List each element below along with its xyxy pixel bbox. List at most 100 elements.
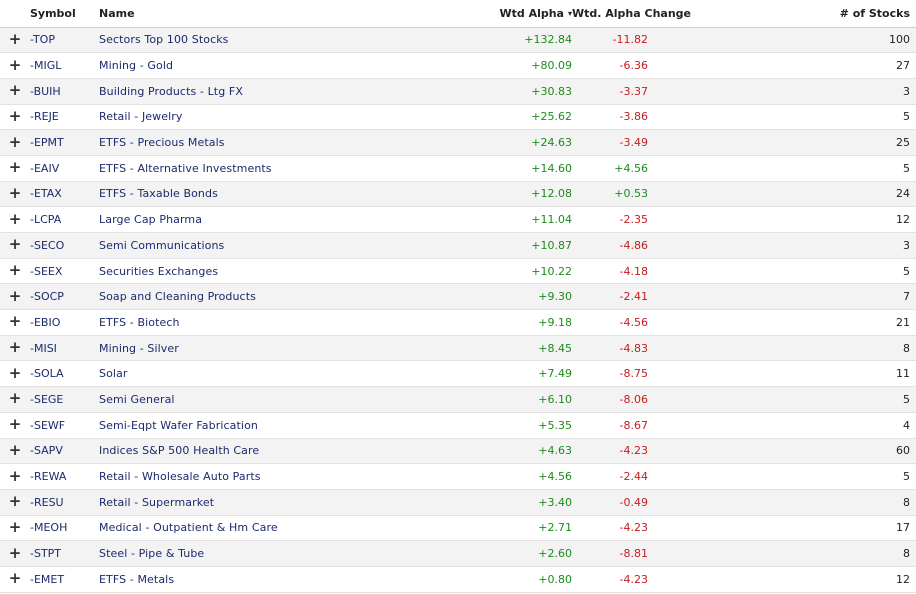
- header-wtd-alpha-label: Wtd Alpha: [499, 6, 564, 20]
- expand-plus-icon[interactable]: +: [0, 391, 30, 406]
- symbol-cell[interactable]: -SOLA: [30, 360, 99, 388]
- name-link[interactable]: Solar: [99, 360, 409, 388]
- name-link[interactable]: Retail - Jewelry: [99, 104, 409, 131]
- symbol-cell[interactable]: -EAIV: [30, 155, 99, 182]
- wtd-alpha-change-cell: -8.06: [572, 386, 784, 413]
- num-stocks-cell: 12: [784, 206, 916, 233]
- expand-plus-icon[interactable]: +: [0, 211, 30, 226]
- wtd-alpha-cell: +30.83: [409, 78, 572, 105]
- name-link[interactable]: ETFS - Precious Metals: [99, 129, 409, 156]
- name-link[interactable]: Securities Exchanges: [99, 258, 409, 285]
- num-stocks-cell: 5: [784, 386, 916, 413]
- expand-cell: +: [0, 540, 30, 567]
- symbol-cell[interactable]: -MISI: [30, 335, 99, 362]
- expand-plus-icon[interactable]: +: [0, 442, 30, 457]
- header-wtd-alpha-change[interactable]: Wtd. Alpha Change: [572, 0, 784, 28]
- symbol-cell[interactable]: -RESU: [30, 489, 99, 516]
- name-link[interactable]: Semi Communications: [99, 232, 409, 259]
- header-symbol[interactable]: Symbol: [30, 0, 99, 28]
- num-stocks-cell: 27: [784, 52, 916, 79]
- expand-plus-icon[interactable]: +: [0, 237, 30, 252]
- name-link[interactable]: Mining - Silver: [99, 335, 409, 362]
- name-link[interactable]: ETFS - Alternative Investments: [99, 155, 409, 182]
- symbol-cell[interactable]: -SEGE: [30, 386, 99, 413]
- name-link[interactable]: Sectors Top 100 Stocks: [99, 27, 409, 54]
- expand-plus-icon[interactable]: +: [0, 263, 30, 278]
- symbol-cell[interactable]: -MIGL: [30, 52, 99, 79]
- name-link[interactable]: Semi General: [99, 386, 409, 413]
- name-link[interactable]: Retail - Supermarket: [99, 489, 409, 516]
- symbol-cell[interactable]: -STPT: [30, 540, 99, 567]
- expand-plus-icon[interactable]: +: [0, 468, 30, 483]
- table-row: + -TOP Sectors Top 100 Stocks +132.84 -11.82…: [0, 27, 916, 54]
- table-row: + -LCPA Large Cap Pharma +11.04 -2.35 12: [0, 206, 916, 233]
- name-link[interactable]: Retail - Wholesale Auto Parts: [99, 463, 409, 490]
- name-link[interactable]: Mining - Gold: [99, 52, 409, 79]
- symbol-cell[interactable]: -SAPV: [30, 438, 99, 465]
- expand-plus-icon[interactable]: +: [0, 57, 30, 72]
- expand-plus-icon[interactable]: +: [0, 185, 30, 200]
- table-row: + -ETAX ETFS - Taxable Bonds +12.08 +0.53 24: [0, 181, 916, 208]
- header-name[interactable]: Name: [99, 0, 409, 28]
- header-wtd-alpha[interactable]: Wtd Alpha ▾: [409, 0, 572, 28]
- expand-cell: +: [0, 386, 30, 413]
- expand-plus-icon[interactable]: +: [0, 160, 30, 175]
- num-stocks-cell: 12: [784, 566, 916, 593]
- expand-plus-icon[interactable]: +: [0, 571, 30, 586]
- expand-plus-icon[interactable]: +: [0, 134, 30, 149]
- symbol-cell[interactable]: -SEWF: [30, 412, 99, 439]
- name-link[interactable]: Indices S&P 500 Health Care: [99, 438, 409, 465]
- expand-plus-icon[interactable]: +: [0, 545, 30, 560]
- symbol-cell[interactable]: -BUIH: [30, 78, 99, 105]
- header-num-stocks[interactable]: # of Stocks: [784, 0, 916, 28]
- header-num-stocks-label: # of Stocks: [839, 6, 910, 20]
- symbol-cell[interactable]: -REJE: [30, 104, 99, 131]
- expand-plus-icon[interactable]: +: [0, 494, 30, 509]
- expand-plus-icon[interactable]: +: [0, 288, 30, 303]
- expand-plus-icon[interactable]: +: [0, 365, 30, 380]
- table-row: + -RESU Retail - Supermarket +3.40 -0.49 8: [0, 489, 916, 516]
- wtd-alpha-cell: +8.45: [409, 335, 572, 362]
- name-link[interactable]: ETFS - Metals: [99, 566, 409, 593]
- expand-plus-icon[interactable]: +: [0, 519, 30, 534]
- wtd-alpha-change-cell: -8.75: [572, 360, 784, 388]
- symbol-cell[interactable]: -LCPA: [30, 206, 99, 233]
- wtd-alpha-change-cell: -6.36: [572, 52, 784, 79]
- name-link[interactable]: ETFS - Biotech: [99, 309, 409, 336]
- expand-cell: +: [0, 232, 30, 259]
- expand-plus-icon[interactable]: +: [0, 417, 30, 432]
- num-stocks-cell: 8: [784, 540, 916, 567]
- name-link[interactable]: ETFS - Taxable Bonds: [99, 181, 409, 208]
- expand-plus-icon[interactable]: +: [0, 31, 30, 46]
- expand-plus-icon[interactable]: +: [0, 108, 30, 123]
- symbol-cell[interactable]: -SEEX: [30, 258, 99, 285]
- expand-plus-icon[interactable]: +: [0, 314, 30, 329]
- symbol-cell[interactable]: -EBIO: [30, 309, 99, 336]
- symbol-cell[interactable]: -REWA: [30, 463, 99, 490]
- expand-plus-icon[interactable]: +: [0, 83, 30, 98]
- name-link[interactable]: Soap and Cleaning Products: [99, 283, 409, 311]
- name-link[interactable]: Building Products - Ltg FX: [99, 78, 409, 105]
- expand-cell: +: [0, 104, 30, 131]
- name-link[interactable]: Medical - Outpatient & Hm Care: [99, 515, 409, 542]
- symbol-cell[interactable]: -MEOH: [30, 515, 99, 542]
- table-row: + -EPMT ETFS - Precious Metals +24.63 -3.49 2…: [0, 129, 916, 156]
- wtd-alpha-change-cell: -3.37: [572, 78, 784, 105]
- symbol-cell[interactable]: -EMET: [30, 566, 99, 593]
- table-row: + -EAIV ETFS - Alternative Investments +14.…: [0, 155, 916, 182]
- wtd-alpha-cell: +5.35: [409, 412, 572, 439]
- expand-cell: +: [0, 258, 30, 285]
- symbol-cell[interactable]: -SOCP: [30, 283, 99, 311]
- symbol-cell[interactable]: -TOP: [30, 27, 99, 54]
- expand-plus-icon[interactable]: +: [0, 340, 30, 355]
- wtd-alpha-cell: +80.09: [409, 52, 572, 79]
- wtd-alpha-change-cell: -3.86: [572, 104, 784, 131]
- name-link[interactable]: Large Cap Pharma: [99, 206, 409, 233]
- symbol-cell[interactable]: -ETAX: [30, 181, 99, 208]
- symbol-cell[interactable]: -EPMT: [30, 129, 99, 156]
- wtd-alpha-change-cell: -4.83: [572, 335, 784, 362]
- name-link[interactable]: Steel - Pipe & Tube: [99, 540, 409, 567]
- expand-cell: +: [0, 309, 30, 336]
- symbol-cell[interactable]: -SECO: [30, 232, 99, 259]
- name-link[interactable]: Semi-Eqpt Wafer Fabrication: [99, 412, 409, 439]
